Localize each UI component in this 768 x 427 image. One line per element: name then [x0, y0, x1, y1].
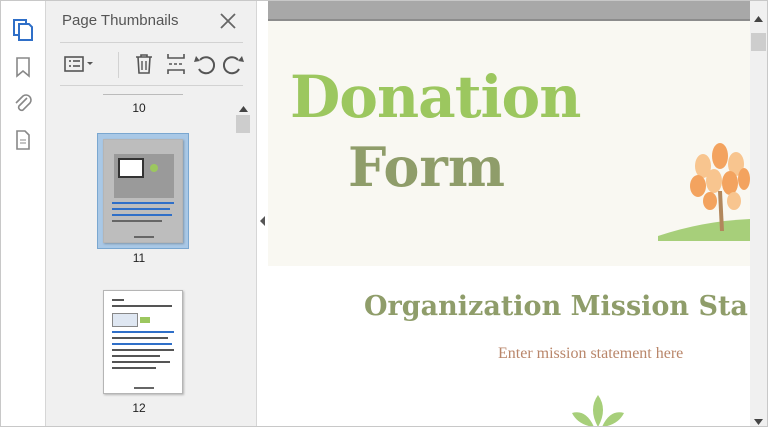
mission-heading: Organization Mission Sta — [364, 291, 748, 322]
close-icon[interactable] — [218, 11, 238, 31]
rotate-left-icon[interactable] — [193, 52, 217, 76]
panel-title: Page Thumbnails — [62, 12, 179, 29]
delete-icon[interactable] — [132, 52, 156, 76]
page-number-10: 10 — [132, 101, 146, 115]
page-number-12: 12 — [132, 401, 146, 415]
scroll-up-icon[interactable] — [754, 9, 763, 27]
document-title-line1: Donation — [290, 63, 581, 131]
scroll-down-icon[interactable] — [754, 412, 763, 427]
previous-page-edge — [268, 1, 750, 21]
toolbar-separator — [118, 52, 119, 78]
document-title-line2: Form — [348, 135, 505, 199]
attachment-icon[interactable] — [11, 91, 35, 115]
page-number-11: 11 — [132, 251, 146, 265]
page-thumbnails-icon[interactable] — [11, 18, 35, 42]
tree-illustration — [658, 143, 750, 241]
page-preview — [103, 139, 183, 243]
scrollbar-thumb[interactable] — [751, 33, 766, 51]
thumbnail-list: 10 11 12 — [46, 89, 232, 426]
insert-pages-icon[interactable] — [164, 52, 188, 76]
scrollbar-thumb[interactable] — [236, 115, 250, 133]
thumbnail-page-11[interactable] — [97, 133, 189, 249]
bookmark-icon[interactable] — [11, 55, 35, 79]
thumbnails-scrollbar[interactable] — [234, 93, 252, 426]
mission-statement-field[interactable]: Enter mission statement here — [498, 345, 683, 363]
rotate-right-icon[interactable] — [221, 52, 245, 76]
document-properties-icon[interactable] — [11, 128, 35, 152]
options-menu-icon[interactable] — [62, 52, 98, 76]
thumbnail-divider — [103, 94, 183, 95]
thumbnails-toolbar — [60, 42, 245, 86]
document-scrollbar[interactable] — [750, 1, 767, 426]
collapse-panel-icon[interactable] — [258, 211, 268, 231]
document-viewer: Donation Form Organization Mission Sta E… — [268, 1, 750, 426]
navigation-rail — [1, 1, 46, 426]
leaf-ornament — [572, 395, 624, 426]
page-thumbnails-panel: Page Thumbnails 10 11 12 — [46, 1, 257, 426]
thumbnail-page-12[interactable] — [103, 290, 183, 394]
